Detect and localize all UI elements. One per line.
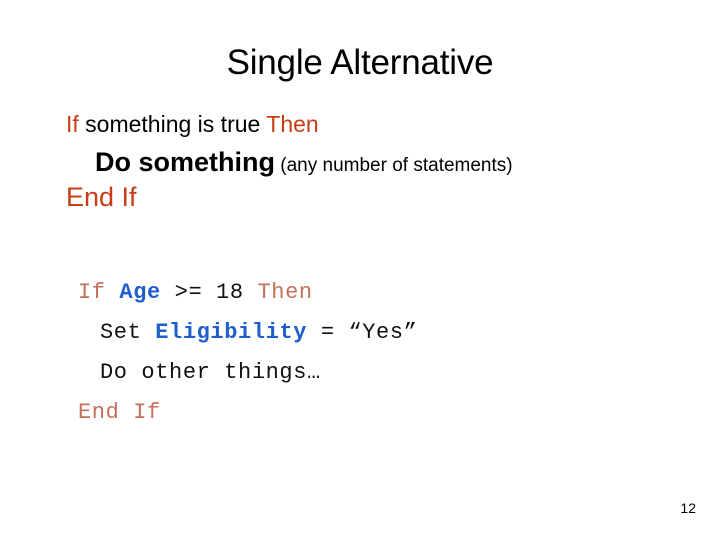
pseudocode-line-end-if: End If <box>66 184 706 211</box>
code-keyword-if: If <box>78 280 120 305</box>
code-variable-eligibility: Eligibility <box>155 320 308 345</box>
pseudocode-block: If something is true Then Do something (… <box>66 113 706 211</box>
pseudocode-line-action: Do something (any number of statements) <box>66 149 706 184</box>
pseudocode-action-note: (any number of statements) <box>275 155 513 176</box>
pseudocode-keyword-if: If <box>66 111 79 137</box>
pseudocode-line-if-condition: If something is true Then <box>66 113 706 149</box>
code-line-end-if: End If <box>78 393 698 433</box>
code-line-do-other-things: Do other things… <box>78 353 698 393</box>
code-variable-age: Age <box>119 280 161 305</box>
code-assignment-value: = “Yes” <box>307 320 418 345</box>
page-title: Single Alternative <box>226 43 494 82</box>
code-keyword-then: Then <box>257 280 313 305</box>
code-keyword-end-if: End If <box>78 400 161 425</box>
slide-canvas: Single Alternative If something is true … <box>0 0 720 540</box>
code-statement-do-other-things: Do other things… <box>100 360 321 385</box>
code-line-if-age: If Age >= 18 Then <box>78 273 698 313</box>
pseudocode-keyword-end-if: End If <box>66 182 137 212</box>
code-statement-set: Set <box>100 320 156 345</box>
code-example-block: If Age >= 18 Then Set Eligibility = “Yes… <box>78 273 698 433</box>
pseudocode-keyword-then: Then <box>266 111 319 137</box>
code-line-set-eligibility: Set Eligibility = “Yes” <box>78 313 698 353</box>
pseudocode-action-text: Do something <box>95 147 275 177</box>
page-number: 12 <box>680 500 696 516</box>
code-operator-comparison: >= 18 <box>160 280 258 305</box>
pseudocode-condition-text: something is true <box>78 111 267 137</box>
